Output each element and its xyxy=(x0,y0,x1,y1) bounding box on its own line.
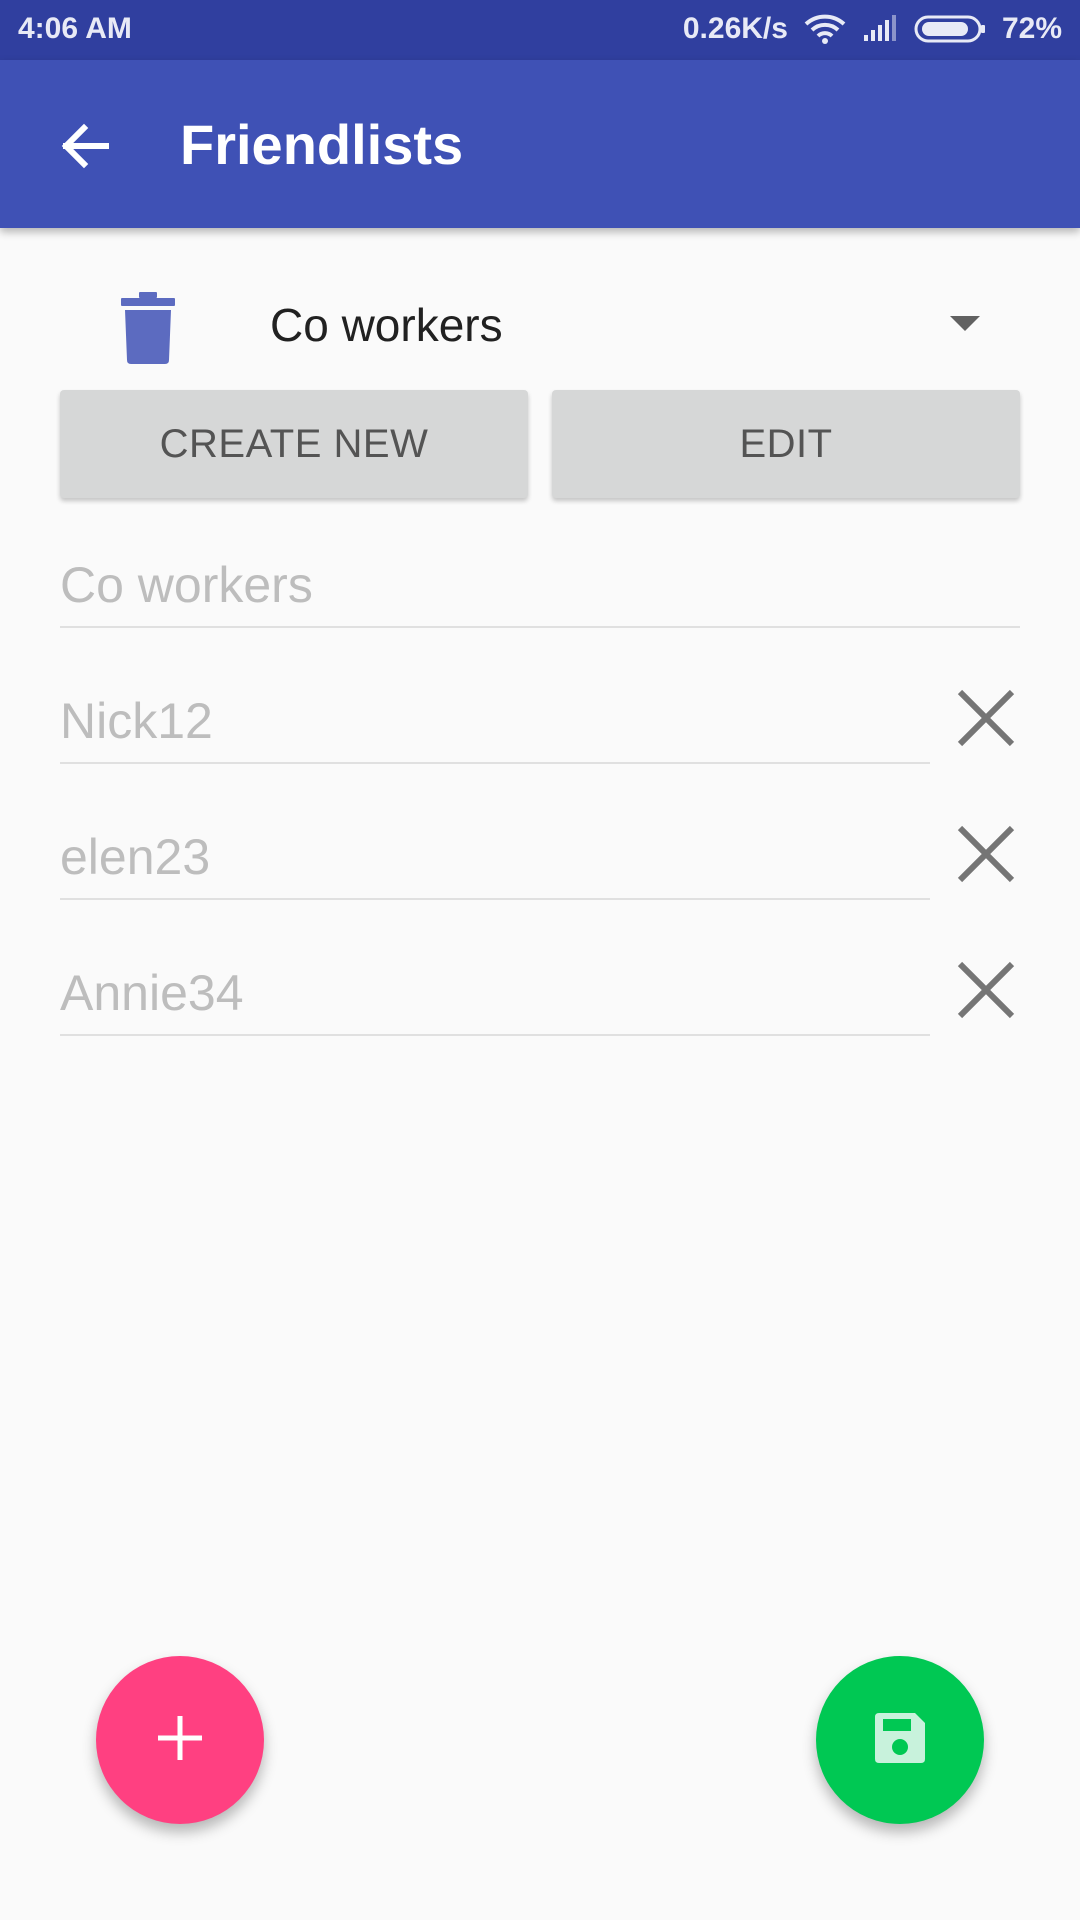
member-placeholder: Annie34 xyxy=(60,965,244,1021)
member-field[interactable]: elen23 xyxy=(60,818,930,900)
delete-list-button[interactable] xyxy=(110,282,186,378)
battery-percent: 72% xyxy=(1001,12,1062,45)
plus-icon xyxy=(156,1714,204,1767)
signal-icon xyxy=(862,15,898,43)
arrow-left-icon xyxy=(58,120,110,177)
save-button[interactable] xyxy=(816,1656,984,1824)
status-bar: 4:06 AM 0.26K/s 72% xyxy=(0,0,1080,60)
member-placeholder: elen23 xyxy=(60,829,211,885)
edit-button[interactable]: EDIT xyxy=(552,390,1020,498)
close-icon xyxy=(956,824,1016,889)
status-time: 4:06 AM xyxy=(18,12,132,45)
remove-member-button[interactable] xyxy=(948,954,1024,1030)
friendlist-dropdown[interactable]: Co workers xyxy=(250,282,1000,372)
add-member-button[interactable] xyxy=(96,1656,264,1824)
create-new-button[interactable]: CREATE NEW xyxy=(60,390,528,498)
remove-member-button[interactable] xyxy=(948,682,1024,758)
save-icon xyxy=(871,1709,929,1772)
app-bar: Friendlists xyxy=(0,60,1080,228)
list-name-placeholder: Co workers xyxy=(60,557,313,613)
back-button[interactable] xyxy=(40,104,128,192)
network-speed: 0.26K/s xyxy=(682,12,788,45)
caret-down-icon xyxy=(950,316,980,331)
wifi-icon xyxy=(804,13,846,45)
status-indicators: 0.26K/s 72% xyxy=(683,12,1062,46)
member-field[interactable]: Annie34 xyxy=(60,954,930,1036)
list-name-field[interactable]: Co workers xyxy=(60,546,1020,628)
member-placeholder: Nick12 xyxy=(60,693,213,749)
selected-list-value: Co workers xyxy=(270,299,503,351)
remove-member-button[interactable] xyxy=(948,818,1024,894)
close-icon xyxy=(956,688,1016,753)
battery-icon xyxy=(914,14,986,44)
trash-icon xyxy=(119,290,177,371)
member-field[interactable]: Nick12 xyxy=(60,682,930,764)
page-title: Friendlists xyxy=(180,113,464,176)
close-icon xyxy=(956,960,1016,1025)
